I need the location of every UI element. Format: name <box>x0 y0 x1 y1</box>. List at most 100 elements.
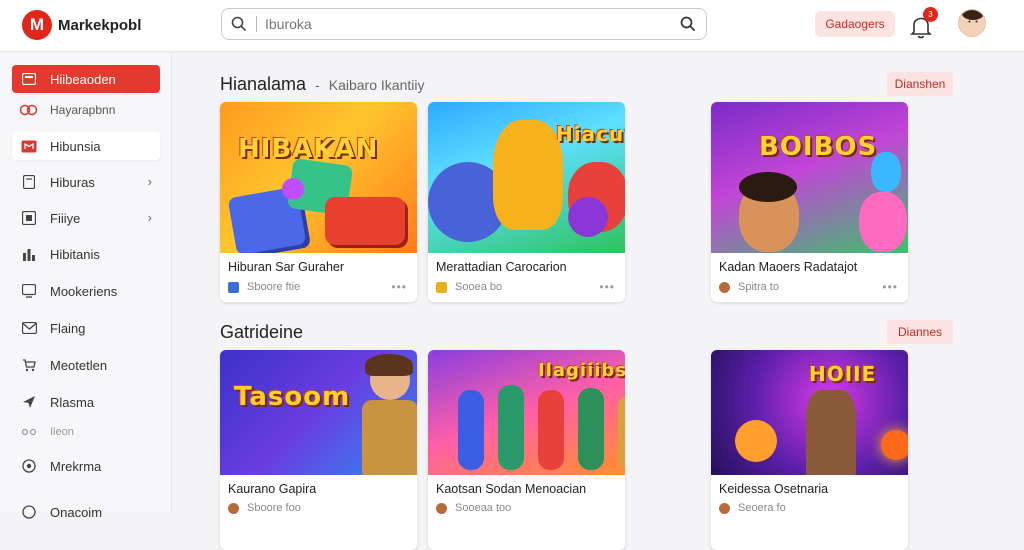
orb-art <box>735 420 777 462</box>
game-title: Keidessa Osetnaria <box>719 482 829 496</box>
game-thumbnail[interactable]: Tasoom <box>220 350 417 475</box>
settings-icon <box>20 459 38 473</box>
notification-badge: 3 <box>923 7 938 22</box>
tablet-icon <box>20 175 38 189</box>
sidebar-item-grid[interactable]: Fiiiye › <box>12 204 160 232</box>
more-options-icon[interactable]: ••• <box>882 280 898 294</box>
sidebar-item-monitor[interactable]: Mookeriens <box>12 277 160 305</box>
game-meta: Sooea bo <box>436 281 502 293</box>
sidebar-item-stats[interactable]: Hibitanis <box>12 240 160 268</box>
game-art-title: HIBAKAN <box>238 134 379 164</box>
sidebar-item-link[interactable]: Ileon <box>12 418 160 446</box>
search-box[interactable] <box>221 8 707 40</box>
section-header: Gatrideine <box>220 322 303 343</box>
orb-art <box>282 178 304 200</box>
game-art-title: BOIBOS <box>759 132 878 162</box>
sidebar-item-settings[interactable]: Mrekrma <box>12 452 160 480</box>
sidebar-item-label: Hibunsia <box>50 138 101 154</box>
orb-art <box>568 197 608 237</box>
game-card[interactable]: HIBAKAN Hiburan Sar Guraher Sboore ftie … <box>220 102 417 302</box>
mail-icon <box>20 321 38 335</box>
character-art <box>806 390 856 475</box>
fireball-art <box>881 430 908 460</box>
more-options-icon[interactable]: ••• <box>599 280 615 294</box>
game-meta-icon <box>228 281 239 293</box>
sidebar-item-help[interactable]: Onacoim <box>12 498 160 526</box>
game-title: Kadan Maoers Radatajot <box>719 260 858 274</box>
character-hair-art <box>365 354 413 376</box>
game-card[interactable]: Hiacuvay Merattadian Carocarion Sooea bo… <box>428 102 625 302</box>
game-card[interactable]: HOIIE Keidessa Osetnaria Seoera fo <box>711 350 908 550</box>
character-art <box>859 192 907 252</box>
brand-logo-icon: M <box>22 10 52 40</box>
sidebar-item-label: Meotetlen <box>50 357 108 373</box>
character-art <box>458 390 484 470</box>
sidebar-item-label: Hayarapbnn <box>50 103 116 117</box>
logo[interactable]: M Markekpobl <box>22 10 141 40</box>
search-divider <box>256 16 257 32</box>
sidebar-item-label: Flaing <box>50 320 86 336</box>
game-card[interactable]: Tasoom Kaurano Gapira Sboore foo <box>220 350 417 550</box>
game-card[interactable]: BOIBOS Kadan Maoers Radatajot Spitra to … <box>711 102 908 302</box>
game-art-title: Tasoom <box>234 382 351 412</box>
sidebar-item-label: Hiburas <box>50 174 95 190</box>
game-meta-text: Spitra to <box>738 281 779 293</box>
game-meta: Sboore foo <box>228 502 301 514</box>
game-art-title: HOIIE <box>809 362 877 386</box>
character-art <box>618 395 625 470</box>
grid-icon <box>20 211 38 225</box>
character-art <box>493 120 563 230</box>
help-icon <box>20 505 38 519</box>
sidebar-item-label: Hiibeaoden <box>50 71 116 87</box>
section-title: Hianalama <box>220 74 307 94</box>
sidebar-item-home[interactable]: Hiibeaoden <box>12 65 160 93</box>
game-art-title: Ilagiiibs <box>538 360 625 381</box>
sidebar-item-label: Rlasma <box>50 394 95 410</box>
home-icon <box>20 72 38 86</box>
see-all-button[interactable]: Diannes <box>887 320 953 344</box>
character-art <box>362 400 417 475</box>
game-title: Kaurano Gapira <box>228 482 317 496</box>
sidebar-item-mail[interactable]: Flaing <box>12 314 160 342</box>
game-thumbnail[interactable]: Ilagiiibs <box>428 350 625 475</box>
character-art <box>538 390 564 470</box>
game-card[interactable]: Ilagiiibs Kaotsan Sodan Menoacian Sooeaa… <box>428 350 625 550</box>
friends-icon <box>20 103 38 117</box>
section-title: Gatrideine <box>220 322 304 342</box>
avatar[interactable] <box>958 9 986 37</box>
game-meta: Sboore ftie <box>228 281 300 293</box>
game-meta-icon <box>719 281 730 293</box>
game-thumbnail[interactable]: HOIIE <box>711 350 908 475</box>
send-icon <box>20 395 38 409</box>
more-options-icon[interactable]: ••• <box>391 280 407 294</box>
sidebar-item-label: Ileon <box>50 426 74 438</box>
search-submit-icon[interactable] <box>670 9 706 39</box>
sidebar-item-video[interactable]: Hibunsia <box>12 132 160 160</box>
game-title: Merattadian Carocarion <box>436 260 567 274</box>
avatar-hair <box>962 10 984 20</box>
sidebar-item-friends[interactable]: Hayarapbnn <box>12 96 160 124</box>
search-icon <box>222 9 256 39</box>
see-all-button[interactable]: Dianshen <box>887 72 953 96</box>
main-content: Hianalama - Kaibaro Ikantiiy Dianshen HI… <box>172 52 1024 550</box>
game-thumbnail[interactable]: HIBAKAN <box>220 102 417 253</box>
avatar-face <box>968 20 978 23</box>
sidebar-item-send[interactable]: Rlasma <box>12 388 160 416</box>
game-art-title: Hiacuvay <box>556 122 625 146</box>
game-meta-text: Sboore ftie <box>247 281 301 293</box>
character-hair-art <box>739 172 797 202</box>
game-meta-text: Sboore foo <box>247 502 301 514</box>
game-title: Kaotsan Sodan Menoacian <box>436 482 587 496</box>
game-thumbnail[interactable]: BOIBOS <box>711 102 908 253</box>
game-meta: Seoera fo <box>719 502 786 514</box>
game-thumbnail[interactable]: Hiacuvay <box>428 102 625 253</box>
chevron-right-icon: › <box>147 210 152 225</box>
section-subtitle: Kaibaro Ikantiiy <box>328 77 425 93</box>
game-title: Hiburan Sar Guraher <box>228 260 345 274</box>
sidebar-item-tablet[interactable]: Hiburas › <box>12 168 160 196</box>
notifications-button[interactable]: 3 <box>908 7 938 40</box>
header-action-button[interactable]: Gadaogers <box>815 11 895 37</box>
search-input[interactable] <box>265 16 670 32</box>
sidebar-item-cart[interactable]: Meotetlen <box>12 351 160 379</box>
section-subtitle-separator: - <box>315 77 320 93</box>
